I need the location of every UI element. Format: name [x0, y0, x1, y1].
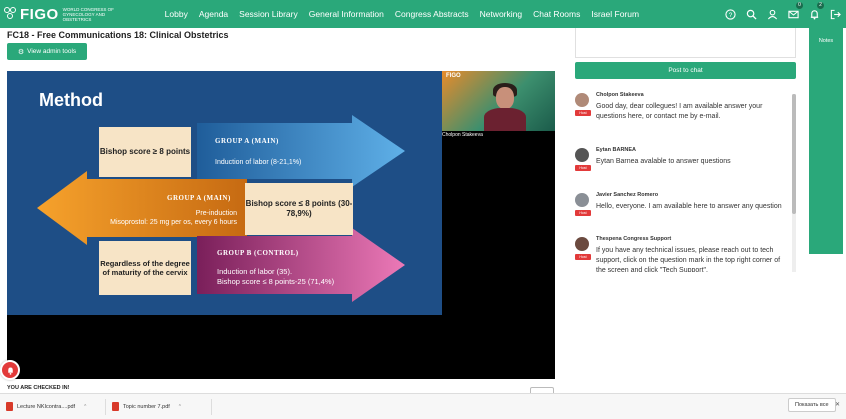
speaker-camera: FIGO [442, 71, 555, 131]
logo-subtitle: World Congress of Gynecology and Obstetr… [62, 6, 114, 22]
speaker-body [484, 108, 526, 131]
chat-scroll-thumb[interactable] [792, 94, 796, 214]
avatar [575, 93, 589, 107]
download-filename: Lecture NKIcontra....pdf [17, 403, 76, 410]
group-a-text-2: Pre-induction Misoprostol: 25 mg per os,… [77, 209, 237, 227]
group-a-label-2: GROUP A (MAIN) [167, 194, 231, 202]
chevron-up-icon[interactable]: ⌃ [83, 404, 87, 410]
message-text: If you have any technical issues, please… [596, 247, 781, 272]
search-icon[interactable] [745, 8, 758, 21]
orange-arrow [37, 171, 247, 245]
group-b-line-2: Bishop score ≤ 8 points-25 (71,4%) [217, 276, 335, 286]
message-text: Hello, everyone. I am available here to … [596, 203, 782, 210]
camera-logo: FIGO [446, 73, 461, 79]
session-title: FC18 - Free Communications 18: Clinical … [7, 30, 229, 40]
close-icon[interactable]: ✕ [835, 401, 840, 408]
top-nav: FIGO World Congress of Gynecology and Ob… [0, 0, 846, 28]
misoprostol-text: Misoprostol: 25 mg per os, every 6 hours [110, 219, 237, 227]
group-b-line-1: Induction of labor (35). [217, 267, 293, 276]
post-to-chat-button[interactable]: Post to chat [575, 62, 796, 79]
message-text: Good day, dear collegues! I am available… [596, 103, 763, 120]
group-b-label: GROUP B (CONTROL) [217, 249, 299, 257]
pdf-icon [6, 402, 13, 411]
nav-israel-forum[interactable]: Israel Forum [591, 9, 639, 19]
host-badge: Host [575, 110, 591, 116]
pdf-icon [112, 402, 119, 411]
download-item[interactable]: Lecture NKIcontra....pdf ⌃ [6, 402, 101, 411]
messages-icon[interactable]: 0 [787, 1, 803, 21]
message-author: Eytan BARNEA [596, 147, 637, 153]
nav-chat-rooms[interactable]: Chat Rooms [533, 9, 580, 19]
message-text: Eytan Barnea avalable to answer question… [596, 158, 731, 165]
checked-in-status: YOU ARE CHECKED IN! [7, 385, 70, 391]
nav-networking[interactable]: Networking [480, 9, 523, 19]
notes-label: Notes [818, 38, 834, 44]
messages-badge: 0 [796, 1, 803, 9]
avatar [575, 237, 589, 251]
host-badge: Host [575, 254, 591, 260]
download-filename: Topic number 7.pdf [123, 403, 170, 410]
logout-icon[interactable] [829, 8, 842, 21]
nav-session-library[interactable]: Session Library [239, 9, 298, 19]
nav-congress-abstracts[interactable]: Congress Abstracts [395, 9, 469, 19]
bell-icon[interactable]: 2 [808, 1, 824, 21]
message-author: Thespena Congress Support [596, 236, 672, 242]
logo-mark-icon [4, 7, 18, 21]
regardless-box: Regardless of the degree of maturity of … [99, 241, 191, 295]
chevron-up-icon[interactable]: ⌃ [178, 404, 182, 410]
speaker-face [496, 87, 514, 109]
presentation-slide: Method Bishop score ≥ 8 points GROUP A (… [7, 71, 442, 315]
chat-messages[interactable]: Host Cholpon Stakeeva Good day, dear col… [575, 92, 796, 272]
show-all-downloads-button[interactable]: Показать все [788, 398, 836, 412]
gear-icon: ⚙ [17, 48, 25, 56]
admin-button-label: View admin tools [27, 48, 77, 55]
message-author: Javier Sanchez Romero [596, 192, 659, 198]
host-badge: Host [575, 210, 591, 216]
nav-icons: ? 0 2 [716, 0, 842, 28]
message-author: Cholpon Stakeeva [596, 92, 644, 98]
pre-induction-text: Pre-induction [195, 210, 237, 217]
nav-lobby[interactable]: Lobby [165, 9, 188, 19]
user-icon[interactable] [766, 8, 779, 21]
notes-tab[interactable]: Notes [809, 28, 843, 254]
group-b-text: Induction of labor (35). Bishop score ≤ … [217, 267, 334, 287]
blue-arrow [197, 115, 405, 187]
alert-bell-icon[interactable] [0, 360, 20, 380]
group-a-text-1: Induction of labor (8-21,1%) [215, 159, 302, 166]
download-bar: Lecture NKIcontra....pdf ⌃ Topic number … [0, 393, 846, 419]
avatar [575, 148, 589, 162]
bishop-high-box: Bishop score ≥ 8 points [99, 127, 191, 177]
group-a-label-1: GROUP A (MAIN) [215, 137, 279, 145]
figo-logo[interactable]: FIGO World Congress of Gynecology and Ob… [4, 6, 133, 23]
divider [211, 398, 212, 415]
view-admin-tools-button[interactable]: ⚙ View admin tools [7, 43, 87, 60]
nav-general-information[interactable]: General Information [309, 9, 384, 19]
divider [105, 398, 106, 415]
nav-links: Lobby Agenda Session Library General Inf… [165, 9, 650, 19]
chat-input[interactable] [575, 28, 796, 58]
speaker-name: Cholpon Stakeeva [442, 132, 483, 138]
logo-word: FIGO [20, 5, 59, 23]
video-player[interactable]: Method Bishop score ≥ 8 points GROUP A (… [7, 71, 555, 379]
nav-agenda[interactable]: Agenda [199, 9, 228, 19]
download-item[interactable]: Topic number 7.pdf ⌃ [112, 402, 207, 411]
pink-arrow [197, 228, 405, 302]
notifications-badge: 2 [817, 1, 824, 9]
bishop-low-box: Bishop score ≤ 8 points (30-78,9%) [245, 183, 353, 235]
svg-text:?: ? [729, 11, 733, 18]
avatar [575, 193, 589, 207]
host-badge: Host [575, 165, 591, 171]
help-icon[interactable]: ? [724, 8, 737, 21]
